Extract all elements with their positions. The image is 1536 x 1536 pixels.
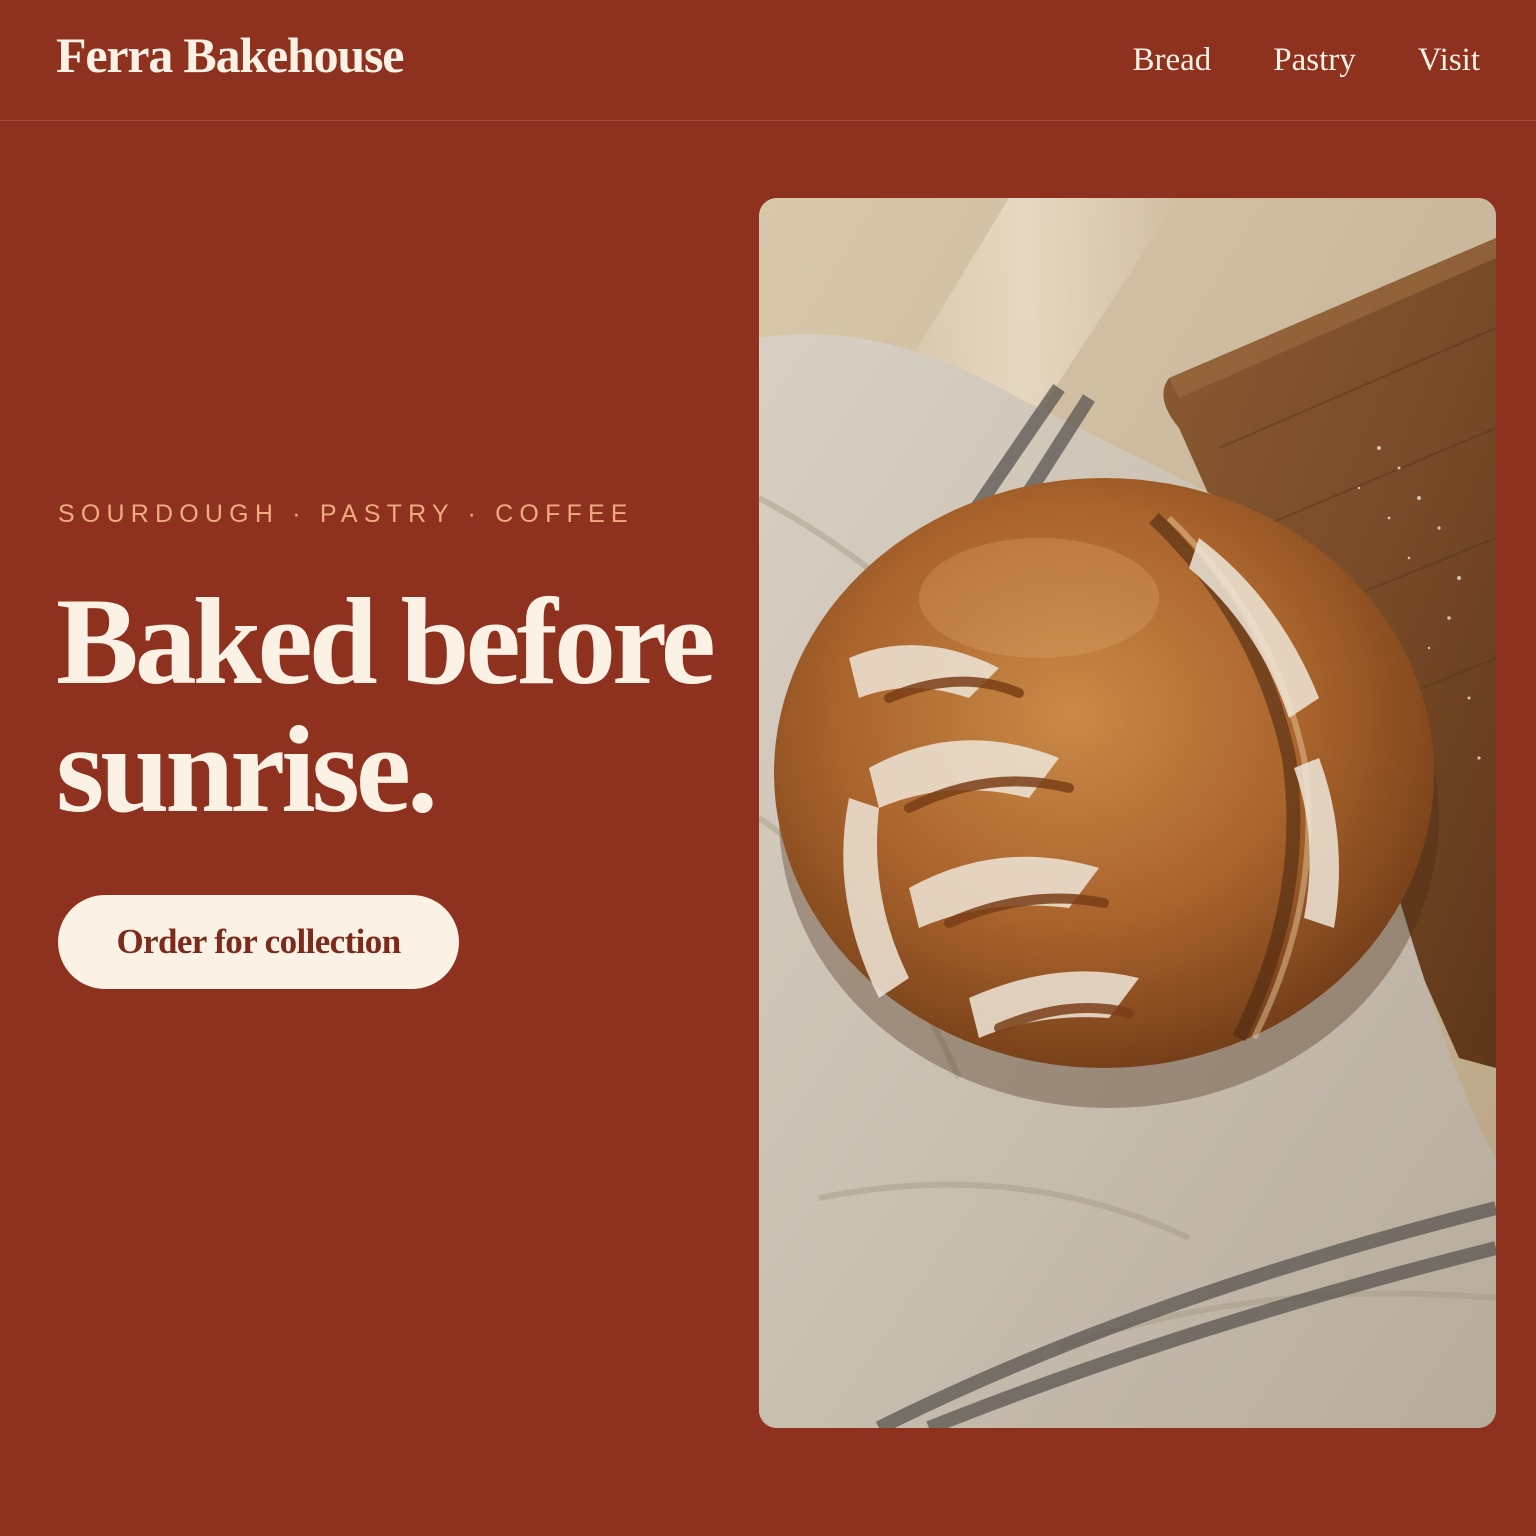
hero-photo	[759, 198, 1496, 1428]
hero-eyebrow: SOURDOUGH · PASTRY · COFFEE	[58, 500, 634, 528]
main-nav: Bread Pastry Visit	[1133, 42, 1481, 79]
nav-link-bread[interactable]: Bread	[1133, 42, 1212, 79]
brand-logo[interactable]: Ferra Bakehouse	[56, 26, 404, 84]
order-for-collection-button[interactable]: Order for collection	[58, 895, 459, 989]
site-header: Ferra Bakehouse Bread Pastry Visit	[0, 0, 1536, 121]
hero-headline: Baked before sunrise.	[56, 573, 716, 838]
sourdough-loaf-image	[759, 198, 1496, 1428]
nav-link-visit[interactable]: Visit	[1418, 42, 1480, 79]
nav-link-pastry[interactable]: Pastry	[1273, 42, 1356, 79]
